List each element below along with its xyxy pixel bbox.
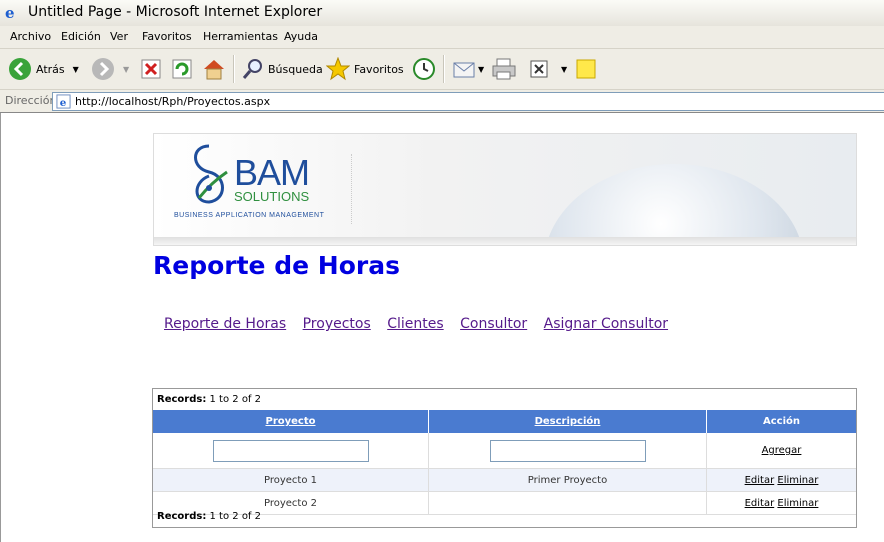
- edit-link[interactable]: Editar: [745, 498, 775, 509]
- history-icon: [413, 58, 435, 80]
- col-proyecto[interactable]: Proyecto: [153, 410, 429, 433]
- title-bar: e Untitled Page - Microsoft Internet Exp…: [0, 0, 884, 27]
- address-input[interactable]: e http://localhost/Rph/Proyectos.aspx: [52, 92, 884, 111]
- address-url: http://localhost/Rph/Proyectos.aspx: [75, 95, 271, 108]
- excel-icon: [530, 60, 548, 78]
- nav-consultor[interactable]: Consultor: [460, 316, 527, 332]
- mail-dropdown-icon[interactable]: ▼: [478, 65, 484, 74]
- table-row: Proyecto 1 Primer Proyecto Editar Elimin…: [153, 468, 856, 492]
- back-label: Atrás: [36, 62, 65, 76]
- col-accion: Acción: [706, 410, 856, 433]
- menu-favoritos[interactable]: Favoritos: [142, 30, 192, 43]
- col-descripcion[interactable]: Descripción: [428, 410, 707, 433]
- projects-table: Proyecto Descripción Acción Agregar Proy…: [153, 410, 856, 515]
- records-top: Records: 1 to 2 of 2: [157, 394, 261, 405]
- projects-grid: Records: 1 to 2 of 2 Proyecto Descripció…: [152, 388, 857, 528]
- brand-sub: SOLUTIONS: [234, 189, 310, 204]
- address-bar: Dirección e http://localhost/Rph/Proyect…: [0, 90, 884, 113]
- nav-proyectos[interactable]: Proyectos: [303, 316, 371, 332]
- menu-herramientas[interactable]: Herramientas: [203, 30, 278, 43]
- globe-graphic: [544, 164, 804, 245]
- cell-proyecto: Proyecto 1: [153, 468, 429, 492]
- bam-banner: BAM SOLUTIONS BUSINESS APPLICATION MANAG…: [153, 133, 857, 246]
- forward-arrow-icon: [92, 58, 114, 80]
- cell-descripcion: [428, 491, 707, 515]
- back-button[interactable]: Atrás ▼: [8, 57, 79, 81]
- stop-icon: [141, 59, 161, 79]
- filter-row: Agregar: [153, 433, 856, 469]
- print-button[interactable]: [491, 57, 517, 81]
- nav-clientes[interactable]: Clientes: [387, 316, 443, 332]
- menu-edicion[interactable]: Edición: [61, 30, 101, 43]
- edit-dropdown-icon[interactable]: ▼: [561, 65, 567, 74]
- menu-ayuda[interactable]: Ayuda: [284, 30, 318, 43]
- svg-text:e: e: [60, 97, 67, 109]
- home-button[interactable]: [202, 57, 226, 81]
- svg-text:e: e: [5, 4, 15, 20]
- menu-bar: Archivo Edición Ver Favoritos Herramient…: [0, 26, 884, 49]
- toolbar: Atrás ▼ ▼ Búsqueda Favoritos ▼ ▼: [0, 49, 884, 90]
- cell-descripcion: Primer Proyecto: [428, 468, 707, 492]
- menu-archivo[interactable]: Archivo: [10, 30, 51, 43]
- bam-logo-icon: [194, 144, 228, 204]
- brand-tagline: BUSINESS APPLICATION MANAGEMENT: [174, 212, 325, 219]
- print-icon: [492, 58, 516, 80]
- records-bottom: Records: 1 to 2 of 2: [157, 511, 261, 522]
- brand-name: BAM: [234, 152, 310, 193]
- star-icon: [326, 57, 350, 81]
- edit-link[interactable]: Editar: [745, 475, 775, 486]
- add-link[interactable]: Agregar: [762, 445, 802, 456]
- main-nav: Reporte de Horas Proyectos Clientes Cons…: [164, 316, 680, 332]
- address-label: Dirección: [5, 94, 57, 107]
- back-arrow-icon: [9, 58, 31, 80]
- nav-reporte-de-horas[interactable]: Reporte de Horas: [164, 316, 286, 332]
- search-icon: [242, 59, 262, 79]
- edit-button[interactable]: ▼: [529, 57, 567, 81]
- favorites-button[interactable]: Favoritos: [326, 57, 404, 81]
- notes-button[interactable]: [575, 57, 597, 81]
- ie-logo-icon: e: [5, 4, 15, 20]
- forward-dropdown-icon[interactable]: ▼: [123, 65, 129, 74]
- back-dropdown-icon[interactable]: ▼: [73, 65, 79, 74]
- menu-ver[interactable]: Ver: [110, 30, 128, 43]
- refresh-button[interactable]: [171, 57, 193, 81]
- delete-link[interactable]: Eliminar: [777, 475, 818, 486]
- page-content: BAM SOLUTIONS BUSINESS APPLICATION MANAG…: [0, 113, 884, 542]
- search-button[interactable]: Búsqueda: [242, 57, 323, 81]
- page-icon: e: [56, 94, 71, 109]
- mail-button[interactable]: ▼: [452, 57, 484, 81]
- favorites-label: Favoritos: [354, 62, 404, 76]
- forward-button[interactable]: ▼: [91, 57, 129, 81]
- refresh-icon: [172, 59, 192, 79]
- stop-button[interactable]: [140, 57, 162, 81]
- proyecto-input[interactable]: [212, 439, 369, 462]
- search-label: Búsqueda: [268, 62, 323, 76]
- history-button[interactable]: [412, 57, 436, 81]
- note-icon: [576, 59, 596, 79]
- nav-asignar-consultor[interactable]: Asignar Consultor: [544, 316, 668, 332]
- mail-icon: [453, 62, 475, 78]
- page-title: Reporte de Horas: [153, 251, 400, 280]
- delete-link[interactable]: Eliminar: [777, 498, 818, 509]
- home-icon: [204, 60, 224, 80]
- descripcion-input[interactable]: [489, 439, 646, 462]
- window-title: Untitled Page - Microsoft Internet Explo…: [28, 4, 323, 20]
